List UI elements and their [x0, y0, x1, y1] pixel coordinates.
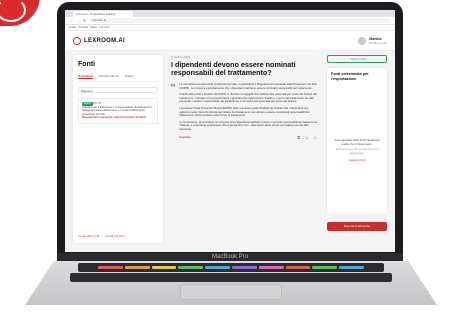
source-link[interactable]: Regolamento Generale sulla Protezione de… — [82, 116, 154, 120]
laptop-screen: Lexroom - Ai giuridica Italiana ← → ↻ le… — [65, 10, 395, 252]
answer-paragraph: Il diritto alla privacy tutelato dal GDP… — [179, 92, 317, 104]
badge-ring-icon — [0, 0, 26, 22]
avatar — [358, 36, 367, 45]
brand-badge — [0, 0, 40, 26]
sources-panel: Fonti Normativa Giurisprudenza Prassi Ri… — [73, 55, 163, 243]
browser-tab-strip: Lexroom - Ai giuridica Italiana — [65, 10, 395, 17]
touch-bar — [98, 266, 364, 269]
more-sources-button[interactable]: Cerca altre fonti — [78, 234, 99, 238]
logo-text[interactable]: LEXROOM.AI — [84, 38, 125, 44]
laptop-chin: MacBook Pro — [57, 253, 403, 261]
filter-select[interactable]: Rilevanti — [78, 87, 158, 93]
reload-icon[interactable]: ↻ — [83, 17, 86, 25]
source-card[interactable]: GDPR Art. 37 Il titolare del trattamento… — [78, 98, 158, 124]
export-body: Vuoi esportare delle fonti? Seleziona qu… — [334, 138, 380, 146]
touch-bar-led — [98, 266, 123, 269]
touch-bar-led — [285, 266, 311, 269]
logo-icon — [73, 36, 81, 45]
touch-bar-led — [124, 266, 150, 269]
new-chat-button[interactable]: + Nuovo chat — [327, 55, 387, 63]
browser-toolbar: ← → ↻ lexroom.ai — [65, 17, 395, 25]
copied-label[interactable]: Copiato — [179, 135, 190, 139]
export-button[interactable]: Esporta in Ricerche — [327, 222, 387, 231]
sources-title: Fonti — [78, 61, 96, 68]
export-hint: Seleziona fonti dal pannello Fonti per a… — [335, 148, 379, 155]
browser-tab[interactable]: Lexroom - Ai giuridica Italiana — [73, 11, 133, 17]
answer-block: ∞ La normativa europea sulla protezione … — [171, 82, 319, 140]
touch-bar-led — [231, 266, 257, 269]
forward-icon[interactable]: → — [76, 17, 80, 25]
sources-actions: Cerca altre fonti Cerca nei fonti — [78, 234, 158, 238]
article-title: I dipendenti devono essere nominati resp… — [171, 60, 296, 77]
tab-normativa[interactable]: Normativa — [78, 74, 93, 79]
trackpad — [180, 284, 282, 300]
answer-footer: Copiato ⧉ ↻ ☆ — [179, 135, 319, 140]
answer-actions-icon[interactable]: ⧉ ↻ ☆ — [297, 135, 319, 140]
answer-article: 9 ottobre 2023 I dipendenti devono esser… — [171, 55, 319, 243]
tab-giurisprudenza[interactable]: Giurisprudenza — [99, 74, 119, 79]
source-tabs: Normativa Giurisprudenza Prassi — [78, 74, 158, 82]
user-plan: Profilo utente — [369, 40, 387, 45]
back-icon[interactable]: ← — [69, 17, 73, 25]
article-date: 9 ottobre 2023 — [171, 55, 191, 59]
address-bar[interactable]: lexroom.ai — [89, 18, 391, 23]
answer-text: La normativa europea sulla protezione de… — [179, 82, 319, 140]
export-panel: + Nuovo chat Fonti selezionate per l'esp… — [327, 55, 387, 243]
touch-bar-led — [205, 266, 230, 269]
app-header: LEXROOM.AI Martina Profilo utente — [65, 31, 395, 51]
touch-bar-led — [178, 266, 204, 269]
user-menu[interactable]: Martina Profilo utente — [358, 36, 387, 45]
app-body: Fonti Normativa Giurisprudenza Prassi Ri… — [65, 51, 395, 252]
model-label: MacBook Pro — [211, 254, 248, 260]
touch-bar-led — [258, 266, 284, 269]
touch-bar-led — [312, 266, 338, 269]
touch-bar-led — [151, 266, 177, 269]
add-sources-link[interactable]: Aggiungi fonti — [331, 158, 383, 162]
answer-paragraph: La normativa europea sulla protezione de… — [179, 82, 317, 90]
tab-prassi[interactable]: Prassi — [125, 74, 133, 79]
export-card: Fonti selezionate per l'esportazione Vuo… — [327, 68, 387, 214]
keyboard-row — [70, 273, 392, 282]
answer-paragraph: In conclusione, la normativa non impone … — [179, 119, 318, 131]
touch-bar-led — [339, 266, 364, 269]
answer-paragraph: L'European Data Protection Board (EDPB) … — [179, 105, 310, 118]
search-sources-button[interactable]: Cerca nei fonti — [105, 234, 124, 238]
answer-infinity-icon: ∞ — [171, 83, 176, 89]
export-title: Fonti selezionate per l'esportazione — [331, 72, 369, 81]
